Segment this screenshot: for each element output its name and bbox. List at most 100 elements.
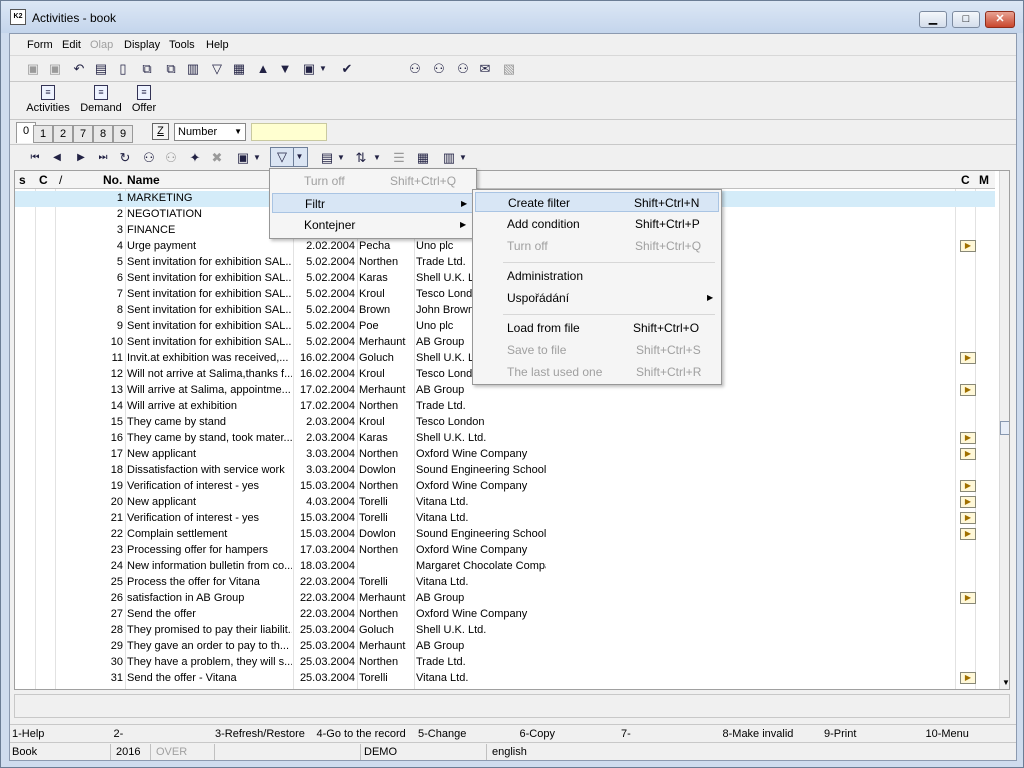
col-m[interactable]: M	[979, 173, 989, 187]
save-as-icon[interactable]: ▣	[46, 60, 64, 78]
table-settings-dropdown-icon[interactable]: ▼	[458, 149, 468, 167]
paste-icon[interactable]: ⧉	[162, 60, 180, 78]
function-key-1[interactable]: 1-Help	[12, 728, 44, 740]
table-row[interactable]: 15 They came by stand 2.03.2004 Kroul Tesco …	[15, 415, 995, 431]
binoculars-filter-icon[interactable]: ⚇	[454, 60, 472, 78]
columns-dropdown-icon[interactable]: ▼	[336, 149, 346, 167]
binoculars-next-icon[interactable]: ⚇	[430, 60, 448, 78]
menu-form[interactable]: Form	[27, 39, 53, 51]
menu-item-save-to-file[interactable]: Save to file Shift+Ctrl+S	[475, 340, 719, 360]
function-key-2[interactable]: 2-	[114, 728, 124, 740]
col-name[interactable]: Name	[127, 173, 160, 187]
table-row[interactable]: 26 satisfaction in AB Group 22.03.2004 Merh…	[15, 591, 995, 607]
document-note-icon[interactable]: ▶	[960, 432, 976, 444]
export-icon[interactable]: ▦	[414, 149, 432, 167]
function-key-7[interactable]: 7-	[621, 728, 631, 740]
tab-9[interactable]: 9	[113, 125, 133, 143]
table-row[interactable]: 20 New applicant 4.03.2004 Torelli Vitana Lt…	[15, 495, 995, 511]
document-note-icon[interactable]: ▶	[960, 480, 976, 492]
function-key-3[interactable]: 3-Refresh/Restore	[215, 728, 305, 740]
scrollbar-thumb[interactable]	[1000, 421, 1009, 435]
close-button[interactable]: ✕	[985, 11, 1015, 28]
document-note-icon[interactable]: ▶	[960, 448, 976, 460]
arrow-down-icon[interactable]: ▼	[276, 60, 294, 78]
maximize-button[interactable]: □	[952, 11, 980, 28]
scroll-down-icon[interactable]: ▼	[1002, 678, 1009, 687]
menu-tools[interactable]: Tools	[169, 39, 195, 51]
find-icon[interactable]: ⚇	[140, 149, 158, 167]
title-bar[interactable]: K2 Activities - book ▁ □ ✕	[1, 1, 1023, 33]
tab-7[interactable]: 7	[73, 125, 93, 143]
copy-icon[interactable]: ⧉	[138, 60, 156, 78]
table-row[interactable]: 24 New information bulletin from co... 18.…	[15, 559, 995, 575]
menu-item-administration[interactable]: Administration	[475, 266, 719, 286]
menu-item-load-from-file[interactable]: Load from file Shift+Ctrl+O	[475, 318, 719, 338]
menu-item-filter-turn-off[interactable]: Turn off Shift+Ctrl+Q	[475, 236, 719, 256]
open-folder-icon[interactable]: ▤	[92, 60, 110, 78]
document-note-icon[interactable]: ▶	[960, 240, 976, 252]
save-icon[interactable]: ▣	[24, 60, 42, 78]
prev-record-icon[interactable]: ◀	[48, 149, 66, 167]
table-row[interactable]: 31 Send the offer - Vitana 25.03.2004 Torel…	[15, 671, 995, 687]
new-document-icon[interactable]: ▯	[114, 60, 132, 78]
function-key-9[interactable]: 9-Print	[824, 728, 856, 740]
menu-item-last-used[interactable]: The last used one Shift+Ctrl+R	[475, 362, 719, 382]
columns-icon[interactable]: ▤	[318, 149, 336, 167]
tab-2[interactable]: 2	[53, 125, 73, 143]
document-note-icon[interactable]: ▶	[960, 592, 976, 604]
menu-item-turn-off[interactable]: Turn off Shift+Ctrl+Q	[272, 171, 474, 191]
document-note-icon[interactable]: ▶	[960, 352, 976, 364]
mail-icon[interactable]: ✉	[476, 60, 494, 78]
edit-disabled-icon[interactable]: ▧	[500, 60, 518, 78]
table-row[interactable]: 19 Verification of interest - yes 15.03.20…	[15, 479, 995, 495]
table-row[interactable]: 29 They gave an order to pay to th... 25.0…	[15, 639, 995, 655]
table-row[interactable]: 16 They came by stand, took mater... 2.03.…	[15, 431, 995, 447]
minimize-button[interactable]: ▁	[919, 11, 947, 28]
last-record-icon[interactable]: ⏭	[94, 149, 112, 167]
table-row[interactable]: 22 Complain settlement 15.03.2004 Dowlon Sou…	[15, 527, 995, 543]
offer-button[interactable]: ≡ Offer	[130, 85, 158, 114]
snapshot-dropdown-icon[interactable]: ▼	[252, 149, 262, 167]
table-row[interactable]: 21 Verification of interest - yes 15.03.20…	[15, 511, 995, 527]
z-button[interactable]: Z	[152, 123, 169, 140]
table-row[interactable]: 23 Processing offer for hampers 17.03.2004…	[15, 543, 995, 559]
menu-item-create-filter[interactable]: Create filter Shift+Ctrl+N	[475, 192, 719, 212]
next-record-icon[interactable]: ▶	[72, 149, 90, 167]
col-c2[interactable]: C	[961, 173, 970, 187]
table-row[interactable]: 30 They have a problem, they will s... 25.…	[15, 655, 995, 671]
filter-dropdown-icon[interactable]: ▼	[293, 148, 305, 166]
document-note-icon[interactable]: ▶	[960, 384, 976, 396]
tab-8[interactable]: 8	[93, 125, 113, 143]
col-no[interactable]: No.	[103, 173, 122, 187]
camera-dropdown-icon[interactable]: ▼	[318, 60, 328, 78]
sort-dropdown-icon[interactable]: ▼	[372, 149, 382, 167]
document-note-icon[interactable]: ▶	[960, 528, 976, 540]
function-key-4[interactable]: 4-Go to the record	[317, 728, 406, 740]
report-icon[interactable]: ▦	[230, 60, 248, 78]
document-note-icon[interactable]: ▶	[960, 496, 976, 508]
table-row[interactable]: 17 New applicant 3.03.2004 Northen Oxford Wi…	[15, 447, 995, 463]
sort-select[interactable]: Number ▼	[174, 123, 246, 141]
filter-icon[interactable]: ▽	[208, 60, 226, 78]
book-icon[interactable]: ▥	[184, 60, 202, 78]
tree-icon[interactable]: ☰	[390, 149, 408, 167]
function-key-8[interactable]: 8-Make invalid	[723, 728, 794, 740]
demand-button[interactable]: ≡ Demand	[80, 85, 122, 114]
menu-item-filtr[interactable]: Filtr ▶	[272, 193, 474, 213]
col-c[interactable]: C	[39, 173, 48, 187]
filter-button[interactable]: ▽ ▼	[270, 147, 308, 167]
camera-icon[interactable]: ▣	[300, 60, 318, 78]
function-key-5[interactable]: 5-Change	[418, 728, 466, 740]
binoculars-icon[interactable]: ⚇	[406, 60, 424, 78]
run-icon[interactable]: ✔	[338, 60, 356, 78]
menu-help[interactable]: Help	[206, 39, 229, 51]
table-row[interactable]: 18 Dissatisfaction with service work 3.03.…	[15, 463, 995, 479]
snapshot-icon[interactable]: ▣	[234, 149, 252, 167]
function-key-10[interactable]: 10-Menu	[926, 728, 969, 740]
table-row[interactable]: 25 Process the offer for Vitana 22.03.2004…	[15, 575, 995, 591]
sort-az-icon[interactable]: ⇅	[352, 149, 370, 167]
new-record-icon[interactable]: ✦	[186, 149, 204, 167]
delete-record-icon[interactable]: ✖	[208, 149, 226, 167]
menu-item-add-condition[interactable]: Add condition Shift+Ctrl+P	[475, 214, 719, 234]
find-disabled-icon[interactable]: ⚇	[162, 149, 180, 167]
